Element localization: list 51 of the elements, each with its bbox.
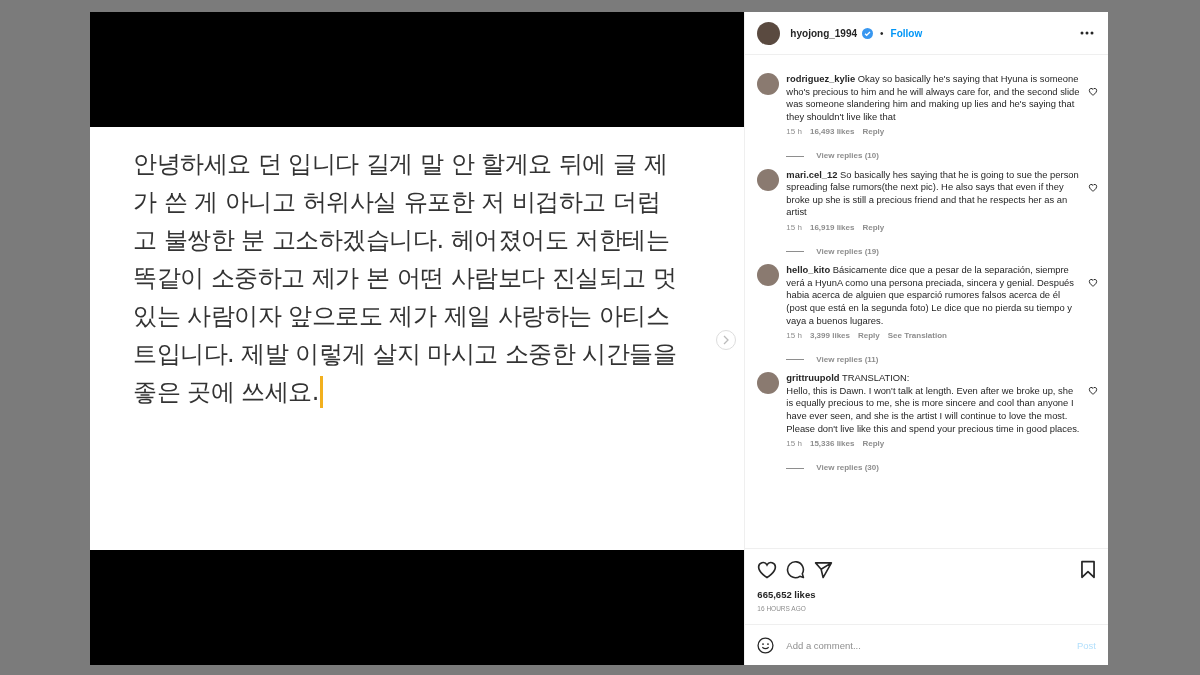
note-text-line: 가 쓴 게 아니고 허위사실 유포한 저 비겁하고 더럽 <box>133 187 661 218</box>
comment-username[interactable]: rodriguez_kylie <box>786 73 856 84</box>
like-count[interactable]: 665,652 likes <box>745 585 1108 600</box>
username[interactable]: hyojong_1994 <box>790 27 858 39</box>
view-replies-link[interactable]: View replies (11) <box>816 353 879 367</box>
see-translation-link[interactable]: See Translation <box>887 330 947 343</box>
heart-icon[interactable] <box>1088 278 1098 288</box>
note-text-line: 좋은 곳에 쓰세요. <box>133 377 319 408</box>
note-text-line: 똑같이 소중하고 제가 본 어떤 사람보다 진실되고 멋 <box>133 263 677 294</box>
comment-username[interactable]: grittruupold <box>786 372 840 384</box>
likes-link[interactable]: 15,336 likes <box>809 438 855 451</box>
heart-icon[interactable] <box>1088 87 1098 96</box>
reply-link[interactable]: Reply <box>862 126 885 139</box>
avatar[interactable] <box>757 264 780 287</box>
comment-time: 15 h <box>786 126 802 139</box>
bookmark-icon[interactable] <box>1080 560 1096 579</box>
heart-icon[interactable] <box>1088 386 1098 396</box>
reply-link[interactable]: Reply <box>862 221 885 235</box>
avatar[interactable] <box>757 372 780 395</box>
likes-link[interactable]: 16,493 likes <box>809 126 855 139</box>
note-text-line: 고 불쌍한 분 고소하겠습니다. 헤어졌어도 저한테는 <box>133 225 670 256</box>
comment-text: grittruupold TRANSLATION: Hello, this is Dawn. I won't talk at length. Even after we broke up, she is equally precious to me, she is more sincere and cool than anyone I have ever seen, and she is the artist I will continue to love the most. Please don't live like this and spend your precious time in good places. <box>786 372 1081 436</box>
view-replies-link[interactable]: View replies (10) <box>816 149 879 163</box>
note-text-line: 안녕하세요 던 입니다 길게 말 안 할게요 뒤에 글 제 <box>133 149 668 180</box>
comment-time: 15 h <box>786 330 802 343</box>
heart-icon[interactable] <box>1088 182 1098 192</box>
smiley-icon[interactable] <box>757 636 775 654</box>
paper-plane-icon[interactable] <box>814 560 834 579</box>
likes-link[interactable]: 16,919 likes <box>809 221 855 235</box>
view-replies-link[interactable]: View replies (30) <box>816 461 879 475</box>
avatar[interactable] <box>757 168 780 191</box>
comment-time: 15 h <box>786 438 802 451</box>
comment-text: rodriguez_kylie Okay so basically he's saying that Hyuna is someone who's precious to him and he will always care for, and the second slide was someone slandering him and making up lies and he's saying that they shouldn't live like that <box>786 73 1081 124</box>
reply-link[interactable]: Reply <box>858 330 880 343</box>
heart-icon[interactable] <box>757 560 778 579</box>
comment-username[interactable]: hello_kito <box>786 264 831 276</box>
comment-text: hello_kito Básicamente dice que a pesar de la separación, siempre verá a HyunA como una persona preciada, sincera y genial. Después habia acerca de alguien que esparció rumores falsos acerca de él (post que está en la segunda foto) Le dice que no pierda su tiempo y vaya a buenos lugares. <box>786 264 1076 328</box>
likes-link[interactable]: 3,399 likes <box>809 330 850 343</box>
avatar[interactable] <box>757 21 781 45</box>
comment-username[interactable]: mari.cel_12 <box>786 168 838 180</box>
comment-time: 15 h <box>786 221 802 234</box>
follow-link[interactable]: Follow <box>890 27 923 39</box>
reply-link[interactable]: Reply <box>862 438 885 451</box>
note-text-line: 있는 사람이자 앞으로도 제가 제일 사랑하는 아티스 <box>133 301 670 332</box>
avatar[interactable] <box>757 73 780 95</box>
note-text-line: 트입니다. 제발 이렇게 살지 마시고 소중한 시간들을 <box>133 339 677 370</box>
comment-text: mari.cel_12 So basically hes saying that he is going to sue the person spreading false rumors(the next pic). He also says that even if they broke up she is still a precious friend and that he respects her as an artist <box>786 168 1080 219</box>
more-icon[interactable] <box>1080 31 1094 35</box>
separator-dot: • <box>880 27 884 39</box>
speech-bubble-icon[interactable] <box>786 560 806 579</box>
view-replies-link[interactable]: View replies (19) <box>816 245 879 259</box>
